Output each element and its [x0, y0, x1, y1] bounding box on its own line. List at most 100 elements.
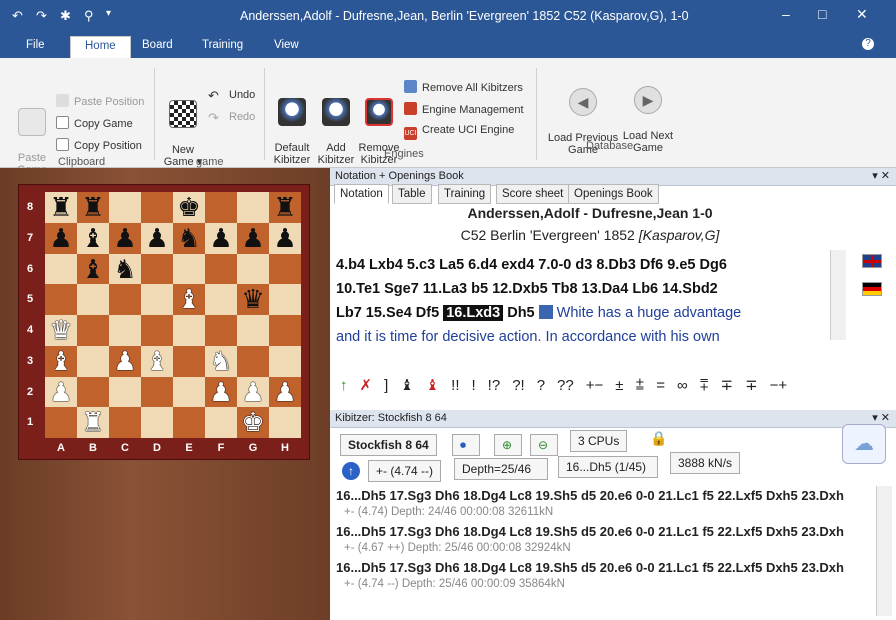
annotation-symbol[interactable]: ?! — [512, 377, 525, 394]
engine-line-moves[interactable]: 16...Dh5 17.Sg3 Dh6 18.Dg4 Lc8 19.Sh5 d5… — [336, 524, 876, 540]
annotation-symbol[interactable]: ± — [615, 377, 623, 394]
black-knight[interactable]: ♞ — [177, 223, 200, 253]
engine-name-button[interactable]: Stockfish 8 64 — [340, 434, 437, 456]
zoom-out-icon[interactable]: ⊖ — [530, 434, 558, 456]
copy-position-button[interactable]: Copy Position — [56, 138, 142, 152]
square-c6[interactable]: ♞ — [109, 253, 141, 285]
square-b5[interactable] — [77, 284, 109, 315]
square-f5[interactable] — [205, 284, 237, 315]
black-pawn[interactable]: ♟ — [145, 223, 168, 253]
moves-line-3[interactable]: Lb7 15.Se4 Df5 — [336, 305, 443, 321]
annotation-symbol[interactable]: = — [656, 377, 665, 394]
annotation-symbol[interactable]: ∓ — [745, 376, 758, 394]
maximize-button[interactable]: □ — [818, 6, 826, 22]
white-pawn[interactable]: ♟ — [241, 377, 264, 407]
square-c1[interactable] — [109, 407, 141, 438]
current-move[interactable]: 16.Lxd3 — [443, 305, 504, 321]
redo-quick-icon[interactable]: ↷ — [36, 8, 47, 24]
square-b3[interactable] — [77, 345, 109, 377]
square-a3[interactable]: ♝ — [45, 345, 77, 377]
square-f4[interactable] — [205, 315, 237, 346]
square-h8[interactable]: ♜ — [269, 192, 301, 223]
annotation-symbol[interactable]: +− — [586, 377, 604, 394]
annotation-symbol[interactable]: ! — [472, 377, 476, 394]
quick-access-more-icon[interactable]: ▾ — [106, 8, 111, 19]
square-d1[interactable] — [141, 407, 173, 438]
lock-icon[interactable]: 🔒 — [650, 430, 667, 447]
square-b4[interactable] — [77, 315, 109, 346]
close-button[interactable]: ✕ — [856, 6, 868, 23]
square-c4[interactable] — [109, 315, 141, 346]
square-h1[interactable] — [269, 407, 301, 438]
cpus-button[interactable]: 3 CPUs — [570, 430, 628, 452]
white-pawn[interactable]: ♟ — [273, 377, 296, 407]
square-a6[interactable] — [45, 253, 77, 285]
black-rook[interactable]: ♜ — [49, 192, 72, 222]
zoom-in-icon[interactable]: ⊕ — [494, 434, 522, 456]
square-g4[interactable] — [237, 315, 269, 346]
white-bishop[interactable]: ♝ — [49, 346, 72, 376]
moves-line-1[interactable]: 4.b4 Lxb4 5.c3 La5 6.d4 exd4 7.0-0 d3 8.… — [336, 257, 727, 273]
annotation-symbol[interactable]: ⩱ — [700, 377, 709, 394]
square-a2[interactable]: ♟ — [45, 376, 77, 408]
square-e1[interactable] — [173, 407, 205, 438]
square-g6[interactable] — [237, 253, 269, 285]
black-pawn[interactable]: ♟ — [113, 223, 136, 253]
square-f6[interactable] — [205, 253, 237, 285]
square-f8[interactable] — [205, 192, 237, 223]
square-f1[interactable] — [205, 407, 237, 438]
white-king[interactable]: ♚ — [241, 407, 264, 437]
tab-notation[interactable]: Notation — [334, 184, 389, 204]
square-h6[interactable] — [269, 253, 301, 285]
tab-home[interactable]: Home — [70, 36, 131, 58]
annotation-symbol[interactable]: ∞ — [677, 377, 688, 394]
annotation-symbol[interactable]: −+ — [770, 377, 788, 394]
engine-line-moves[interactable]: 16...Dh5 17.Sg3 Dh6 18.Dg4 Lc8 19.Sh5 d5… — [336, 488, 876, 504]
add-kibitzer-button[interactable]: Add Kibitzer — [316, 86, 356, 166]
help-icon[interactable]: ? — [862, 38, 874, 50]
create-uci-engine-button[interactable]: UCI Create UCI Engine — [404, 124, 514, 140]
square-f2[interactable]: ♟ — [205, 376, 237, 408]
undo-quick-icon[interactable]: ↶ — [12, 8, 23, 24]
square-d2[interactable] — [141, 376, 173, 408]
square-a8[interactable]: ♜ — [45, 192, 77, 223]
square-b7[interactable]: ♝ — [77, 222, 109, 254]
square-e4[interactable] — [173, 315, 205, 346]
square-e5[interactable]: ♝ — [173, 284, 205, 315]
square-a7[interactable]: ♟ — [45, 222, 77, 254]
black-king[interactable]: ♚ — [177, 192, 200, 222]
moves-line-2[interactable]: 10.Te1 Sge7 11.La3 b5 12.Dxb5 Tb8 13.Da4… — [336, 281, 718, 297]
paste-game-button[interactable]: Paste Game — [12, 96, 52, 176]
pin-icon[interactable]: ⚲ — [84, 8, 94, 24]
white-queen[interactable]: ♛ — [49, 315, 72, 345]
notation-scrollbar[interactable] — [830, 250, 846, 340]
square-h4[interactable] — [269, 315, 301, 346]
annotation-symbol[interactable]: ] — [384, 377, 388, 394]
notation-text[interactable]: 4.b4 Lxb4 5.c3 La5 6.d4 exd4 7.0-0 d3 8.… — [336, 253, 836, 345]
square-g1[interactable]: ♚ — [237, 407, 269, 438]
bug-icon[interactable]: ✱ — [60, 8, 71, 24]
square-b1[interactable]: ♜ — [77, 407, 109, 438]
minimize-button[interactable]: – — [782, 6, 790, 22]
square-c8[interactable] — [109, 192, 141, 223]
white-bishop[interactable]: ♝ — [177, 284, 200, 314]
annotation-symbol[interactable]: ?? — [557, 377, 574, 394]
square-d7[interactable]: ♟ — [141, 222, 173, 254]
paste-position-button[interactable]: Paste Position — [56, 94, 144, 108]
square-d8[interactable] — [141, 192, 173, 223]
annotation-symbol[interactable]: ∓ — [721, 376, 734, 394]
engine-line-moves[interactable]: 16...Dh5 17.Sg3 Dh6 18.Dg4 Lc8 19.Sh5 d5… — [336, 560, 876, 576]
square-e6[interactable] — [173, 253, 205, 285]
black-knight[interactable]: ♞ — [113, 254, 136, 284]
square-c3[interactable]: ♟ — [109, 345, 141, 377]
square-g8[interactable] — [237, 192, 269, 223]
square-g2[interactable]: ♟ — [237, 376, 269, 408]
square-g7[interactable]: ♟ — [237, 222, 269, 254]
square-c2[interactable] — [109, 376, 141, 408]
square-c7[interactable]: ♟ — [109, 222, 141, 254]
black-pawn[interactable]: ♟ — [273, 223, 296, 253]
black-rook[interactable]: ♜ — [81, 192, 104, 222]
annotation-symbol[interactable]: ♝ — [426, 376, 439, 394]
tab-board[interactable]: Board — [128, 36, 187, 58]
square-b8[interactable]: ♜ — [77, 192, 109, 223]
